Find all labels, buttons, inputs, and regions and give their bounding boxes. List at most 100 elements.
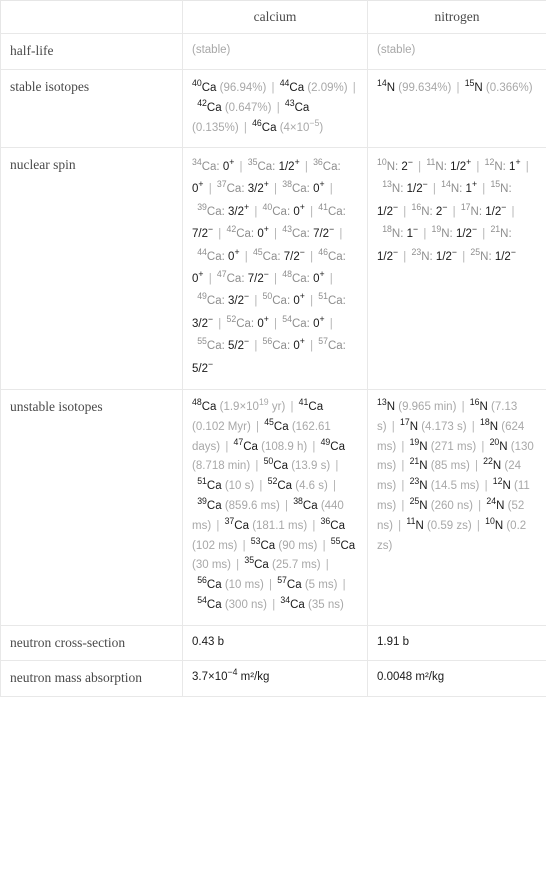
separator: |	[281, 499, 292, 512]
spin-value: 1/2−	[455, 224, 478, 241]
table-row: unstable isotopes 48Ca (1.9×1019 yr) | 4…	[0, 389, 546, 626]
spin-value: 3/2−	[228, 291, 250, 308]
isotope-entry: 13N	[377, 398, 395, 413]
isotope-label: 57Ca:	[318, 336, 346, 353]
isotope-spin-entry: 34Ca: 0+	[192, 158, 234, 173]
mass-number: 45	[252, 246, 263, 257]
isotope-entry: 39Ca	[197, 497, 221, 512]
row-label-neutron-mass-absorption: neutron mass absorption	[0, 660, 183, 697]
isotope-half-life: (4.173 s)	[421, 420, 467, 433]
mass-number: 15	[490, 179, 501, 190]
mass-number: 40	[192, 77, 202, 88]
parity: −	[208, 358, 214, 369]
isotope-label: 14N:	[441, 179, 463, 196]
isotope-label: 45Ca:	[252, 246, 281, 263]
spin-value: 1/2+	[450, 157, 472, 173]
isotope-label: 18N:	[382, 224, 404, 241]
mass-number: 57	[318, 336, 328, 347]
table-row: stable isotopes 40Ca (96.94%) | 44Ca (2.…	[0, 68, 546, 148]
mass-number: 25	[409, 496, 420, 507]
separator: |	[240, 121, 251, 134]
isotope-abundance: (96.94%)	[219, 81, 267, 94]
isotope-label: 25N:	[470, 246, 492, 263]
isotope-label: 47Ca:	[216, 269, 245, 286]
isotope-entry: 23N	[410, 477, 428, 493]
separator: |	[481, 480, 491, 493]
table-row: half-life (stable) (stable)	[0, 33, 546, 70]
element-symbol: Ca	[294, 101, 310, 114]
isotope-entry: 52Ca	[268, 477, 292, 492]
isotope-label: 16N:	[411, 201, 433, 218]
mass-number: 16	[411, 201, 422, 212]
spin-value: 7/2−	[192, 224, 214, 241]
cell-stable-isotopes-nitrogen: 14N (99.634%) | 15N (0.366%)	[367, 68, 546, 148]
isotope-abundance: (0.135%)	[192, 121, 239, 134]
mass-number: 36	[320, 515, 331, 526]
isotope-entry: 12N	[493, 477, 511, 492]
isotope-label: 42Ca:	[226, 224, 255, 241]
isotope-spin-entry: 11N: 1/2+	[426, 157, 472, 173]
element-symbol: Ca	[286, 579, 302, 592]
isotope-entry: 14N	[377, 78, 395, 93]
spin-value: 2−	[435, 201, 448, 218]
spin-value: 0+	[257, 224, 269, 241]
isotope-spin-entry: 37Ca: 3/2+	[216, 179, 269, 195]
mass-number: 35	[247, 157, 258, 168]
exponent: 19	[258, 397, 269, 408]
separator: |	[319, 539, 329, 552]
isotope-spin-entry: 40Ca: 0+	[263, 201, 305, 218]
isotope-spin-entry: 23N: 1/2−	[411, 246, 458, 263]
separator: |	[306, 295, 317, 308]
isotope-spin-entry: 45Ca: 7/2−	[252, 246, 305, 263]
isotope-label: 56Ca:	[262, 336, 291, 353]
isotope-entry: 56Ca	[197, 576, 221, 591]
isotope-spin-entry: 44Ca: 0+	[197, 247, 239, 262]
element-symbol: N	[499, 440, 508, 453]
element-symbol: Ca	[206, 101, 222, 114]
spin-value: 1/2−	[494, 246, 516, 263]
isotope-label: 23N:	[411, 246, 433, 263]
isotope-spin-entry: 38Ca: 0+	[282, 180, 324, 195]
isotope-entry: 43Ca	[285, 98, 310, 114]
mass-number: 56	[262, 336, 273, 347]
isotope-entry: 50Ca	[263, 456, 288, 472]
isotope-half-life: (0.102 Myr)	[192, 420, 251, 433]
mass-number: 40	[262, 201, 273, 212]
spin-value: 1+	[509, 157, 521, 173]
mass-number: 34	[280, 594, 291, 605]
parity: +	[294, 157, 300, 168]
separator: |	[400, 250, 410, 263]
separator: |	[215, 228, 225, 241]
separator: |	[270, 228, 281, 241]
cell-neutron-cross-section-calcium: 0.43 b	[182, 624, 368, 662]
isotope-spin-entry: 43Ca: 7/2−	[282, 225, 334, 240]
spin-value: 0+	[293, 201, 305, 218]
header-calcium: calcium	[182, 0, 368, 34]
element-symbol: N	[415, 519, 424, 532]
isotope-spin-entry: 47Ca: 7/2−	[216, 269, 269, 286]
separator: |	[251, 340, 261, 353]
cell-unstable-isotopes-nitrogen: 13N (9.965 min) | 16N (7.13 s) | 17N (4.…	[367, 389, 546, 626]
isotope-spin-entry: 17N: 1/2−	[461, 203, 507, 218]
mass-number: 46	[318, 246, 328, 257]
mass-number: 41	[298, 397, 309, 408]
spin-value: 5/2−	[228, 336, 250, 353]
cell-neutron-mass-absorption-calcium: 3.7×10−4 m²/kg	[182, 660, 368, 697]
spin-value: 1+	[465, 179, 478, 196]
separator: |	[453, 81, 463, 94]
isotope-label: 11N:	[426, 157, 447, 173]
element-symbol: N	[489, 420, 499, 433]
row-label-nuclear-spin: nuclear spin	[0, 146, 183, 391]
separator: |	[251, 295, 261, 308]
isotope-label: 54Ca:	[282, 314, 310, 330]
mass-number: 50	[263, 456, 274, 467]
mass-number: 37	[216, 179, 227, 190]
element-symbol: Ca	[340, 539, 356, 552]
element-symbol: N	[409, 420, 419, 433]
element-symbol: Ca	[206, 480, 222, 493]
element-symbol: N	[419, 480, 428, 493]
mass-number: 36	[313, 157, 323, 168]
isotope-half-life: (5 ms)	[304, 579, 338, 592]
cell-nuclear-spin-nitrogen: 10N: 2− | 11N: 1/2+ | 12N: 1+ | 13N: 1/2…	[367, 146, 546, 391]
isotope-properties-table: calcium nitrogen half-life (stable) (sta…	[0, 0, 546, 697]
